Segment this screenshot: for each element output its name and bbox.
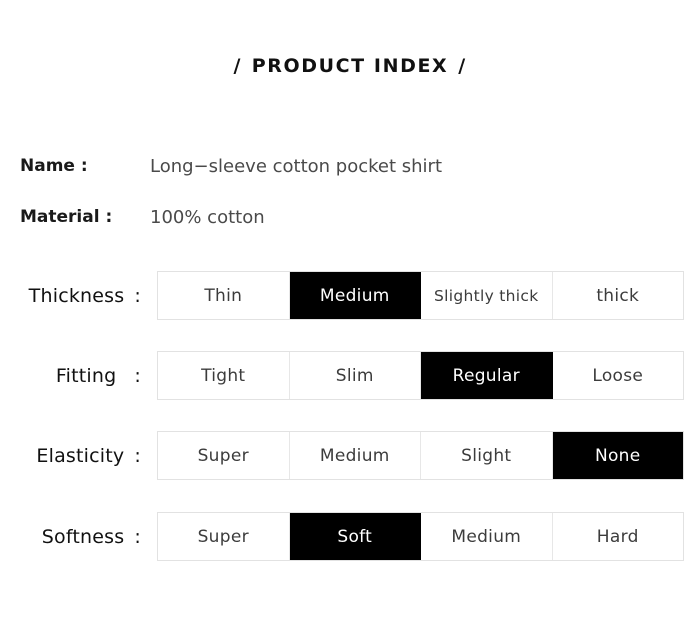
spec-label-softness-text: Softness (41, 526, 125, 548)
option-fitting-regular[interactable]: Regular (421, 352, 553, 399)
spec-label-elasticity: Elasticity: (0, 431, 141, 481)
option-softness-super[interactable]: Super (158, 513, 290, 560)
option-thickness-thick[interactable]: thick (552, 272, 683, 319)
spec-label-fitting-text: Fitting (55, 365, 117, 387)
spec-label-thickness: Thickness: (0, 271, 141, 321)
option-elasticity-medium[interactable]: Medium (289, 432, 421, 479)
option-group-softness: Super Soft Medium Hard (157, 512, 684, 561)
option-softness-medium[interactable]: Medium (421, 513, 553, 560)
option-fitting-loose[interactable]: Loose (552, 352, 683, 399)
option-thickness-thin[interactable]: Thin (158, 272, 290, 319)
title-text: PRODUCT INDEX (251, 55, 449, 77)
option-elasticity-slight[interactable]: Slight (421, 432, 553, 479)
option-softness-soft[interactable]: Soft (289, 513, 421, 560)
option-group-fitting: Tight Slim Regular Loose (157, 351, 684, 400)
spec-row-fitting: Fitting: Tight Slim Regular Loose (0, 351, 700, 401)
spec-row-softness: Softness: Super Soft Medium Hard (0, 512, 700, 562)
option-group-thickness: Thin Medium Slightly thick thick (157, 271, 684, 320)
spec-label-softness: Softness: (0, 512, 141, 562)
title-right-slash: / (458, 55, 467, 77)
spec-label-thickness-colon: : (134, 285, 141, 307)
material-label: Material : (20, 207, 113, 227)
spec-row-thickness: Thickness: Thin Medium Slightly thick th… (0, 271, 700, 321)
option-elasticity-super[interactable]: Super (158, 432, 290, 479)
option-fitting-tight[interactable]: Tight (158, 352, 290, 399)
spec-label-softness-colon: : (134, 526, 141, 548)
spec-label-fitting-colon: : (134, 365, 141, 387)
spec-label-fitting: Fitting: (0, 351, 141, 401)
name-value: Long−sleeve cotton pocket shirt (150, 155, 442, 177)
info-row-material: Material : 100% cotton (0, 203, 700, 231)
title-left-slash: / (233, 55, 242, 77)
page-title: / PRODUCT INDEX / (0, 55, 700, 77)
spec-label-elasticity-text: Elasticity (36, 445, 125, 467)
spec-row-elasticity: Elasticity: Super Medium Slight None (0, 431, 700, 481)
option-softness-hard[interactable]: Hard (552, 513, 683, 560)
material-value: 100% cotton (150, 206, 265, 228)
option-group-elasticity: Super Medium Slight None (157, 431, 684, 480)
name-label: Name : (20, 156, 88, 176)
spec-label-elasticity-colon: : (134, 445, 141, 467)
spec-label-thickness-text: Thickness (28, 285, 125, 307)
option-fitting-slim[interactable]: Slim (289, 352, 421, 399)
info-row-name: Name : Long−sleeve cotton pocket shirt (0, 152, 700, 180)
option-thickness-slightly-thick[interactable]: Slightly thick (421, 272, 553, 319)
option-thickness-medium[interactable]: Medium (289, 272, 421, 319)
option-elasticity-none[interactable]: None (552, 432, 683, 479)
